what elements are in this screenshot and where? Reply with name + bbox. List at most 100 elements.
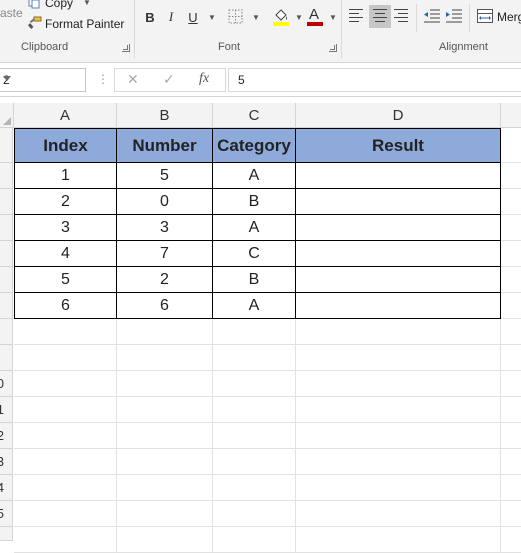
- table-header-cell[interactable]: Category: [213, 128, 296, 163]
- grid-cell[interactable]: [296, 397, 501, 423]
- grid-cell[interactable]: [501, 397, 521, 423]
- grid-cell[interactable]: [213, 501, 296, 527]
- row-header[interactable]: [0, 527, 13, 541]
- increase-indent-icon[interactable]: [446, 9, 462, 28]
- bold-button[interactable]: B: [143, 6, 157, 28]
- grid-cell[interactable]: [117, 475, 213, 501]
- grid-cell[interactable]: [14, 449, 117, 475]
- row-header[interactable]: 0: [0, 371, 13, 397]
- table-cell[interactable]: 5: [117, 163, 213, 189]
- fill-color-icon[interactable]: [272, 7, 290, 32]
- table-cell[interactable]: [296, 215, 501, 241]
- column-header-c[interactable]: C: [213, 103, 296, 127]
- underline-dropdown-icon[interactable]: ▼: [208, 13, 216, 22]
- table-cell[interactable]: 1: [14, 163, 117, 189]
- grid-cell[interactable]: [117, 423, 213, 449]
- grid-cell[interactable]: [296, 449, 501, 475]
- grid-cell[interactable]: [213, 371, 296, 397]
- clipboard-dialog-launcher-icon[interactable]: [122, 44, 130, 52]
- grid-cell[interactable]: [501, 475, 521, 501]
- resize-handle-icon[interactable]: ⋮: [97, 72, 109, 86]
- table-header-cell[interactable]: Result: [296, 128, 501, 163]
- grid-cell[interactable]: [14, 319, 117, 345]
- grid-cell[interactable]: [501, 501, 521, 527]
- row-header[interactable]: 1: [0, 397, 13, 423]
- table-cell[interactable]: B: [213, 267, 296, 293]
- grid-cell[interactable]: [501, 241, 521, 267]
- row-header[interactable]: [0, 128, 13, 163]
- grid-cell[interactable]: [14, 475, 117, 501]
- row-header[interactable]: 3: [0, 449, 13, 475]
- table-cell[interactable]: [296, 267, 501, 293]
- grid-cell[interactable]: [501, 163, 521, 189]
- table-cell[interactable]: 6: [117, 293, 213, 319]
- grid-cell[interactable]: [501, 189, 521, 215]
- grid-cell[interactable]: [501, 293, 521, 319]
- grid-cell[interactable]: [14, 345, 117, 371]
- name-box-dropdown-icon[interactable]: [3, 76, 11, 81]
- name-box[interactable]: 2: [0, 68, 86, 92]
- grid-cell[interactable]: [213, 475, 296, 501]
- table-cell[interactable]: [296, 163, 501, 189]
- column-header-e[interactable]: [501, 103, 521, 127]
- grid-cell[interactable]: [501, 319, 521, 345]
- grid-cell[interactable]: [117, 501, 213, 527]
- row-header[interactable]: [0, 267, 13, 293]
- font-color-dropdown-icon[interactable]: ▼: [329, 13, 337, 22]
- table-cell[interactable]: 2: [117, 267, 213, 293]
- grid-cell[interactable]: [117, 397, 213, 423]
- italic-button[interactable]: I: [165, 6, 177, 28]
- grid-cell[interactable]: [213, 319, 296, 345]
- row-header[interactable]: [0, 215, 13, 241]
- grid-cell[interactable]: [501, 423, 521, 449]
- row-header[interactable]: [0, 189, 13, 215]
- grid-cell[interactable]: [14, 501, 117, 527]
- column-header-a[interactable]: A: [14, 103, 117, 127]
- grid-cell[interactable]: [296, 501, 501, 527]
- paste-button[interactable]: aste: [0, 6, 23, 20]
- cancel-icon[interactable]: ✕: [127, 71, 139, 88]
- grid-cell[interactable]: [501, 267, 521, 293]
- grid-cell[interactable]: [296, 319, 501, 345]
- table-cell[interactable]: 3: [14, 215, 117, 241]
- column-header-d[interactable]: D: [296, 103, 501, 127]
- align-left-icon[interactable]: [349, 9, 365, 23]
- underline-button[interactable]: U: [186, 6, 200, 28]
- grid-cell[interactable]: [117, 527, 213, 553]
- table-header-cell[interactable]: Number: [117, 128, 213, 163]
- row-header[interactable]: [0, 241, 13, 267]
- row-header[interactable]: [0, 345, 13, 371]
- grid-cell[interactable]: [296, 345, 501, 371]
- font-color-icon[interactable]: A: [307, 6, 323, 26]
- merge-icon[interactable]: [477, 9, 493, 28]
- grid-cell[interactable]: [501, 449, 521, 475]
- table-cell[interactable]: A: [213, 215, 296, 241]
- grid-cell[interactable]: [14, 371, 117, 397]
- decrease-indent-icon[interactable]: [424, 9, 440, 28]
- table-cell[interactable]: 3: [117, 215, 213, 241]
- grid-cell[interactable]: [501, 128, 521, 163]
- grid-cell[interactable]: [296, 527, 501, 553]
- table-cell[interactable]: B: [213, 189, 296, 215]
- grid-cell[interactable]: [117, 371, 213, 397]
- table-cell[interactable]: [296, 241, 501, 267]
- formula-input[interactable]: 5: [228, 68, 521, 92]
- grid-cell[interactable]: [117, 319, 213, 345]
- row-header[interactable]: 5: [0, 501, 13, 527]
- grid-cell[interactable]: [296, 371, 501, 397]
- grid-cell[interactable]: [213, 449, 296, 475]
- grid-cell[interactable]: [501, 345, 521, 371]
- borders-dropdown-icon[interactable]: ▼: [252, 13, 260, 22]
- grid-cell[interactable]: [117, 449, 213, 475]
- grid-cell[interactable]: [501, 371, 521, 397]
- align-right-icon[interactable]: [394, 9, 410, 23]
- table-header-cell[interactable]: Index: [14, 128, 117, 163]
- font-dialog-launcher-icon[interactable]: [329, 44, 337, 52]
- grid-cell[interactable]: [14, 423, 117, 449]
- fill-color-dropdown-icon[interactable]: ▼: [295, 13, 303, 22]
- row-header[interactable]: [0, 163, 13, 189]
- table-cell[interactable]: A: [213, 293, 296, 319]
- table-cell[interactable]: [296, 189, 501, 215]
- grid-cell[interactable]: [296, 423, 501, 449]
- grid-cell[interactable]: [213, 397, 296, 423]
